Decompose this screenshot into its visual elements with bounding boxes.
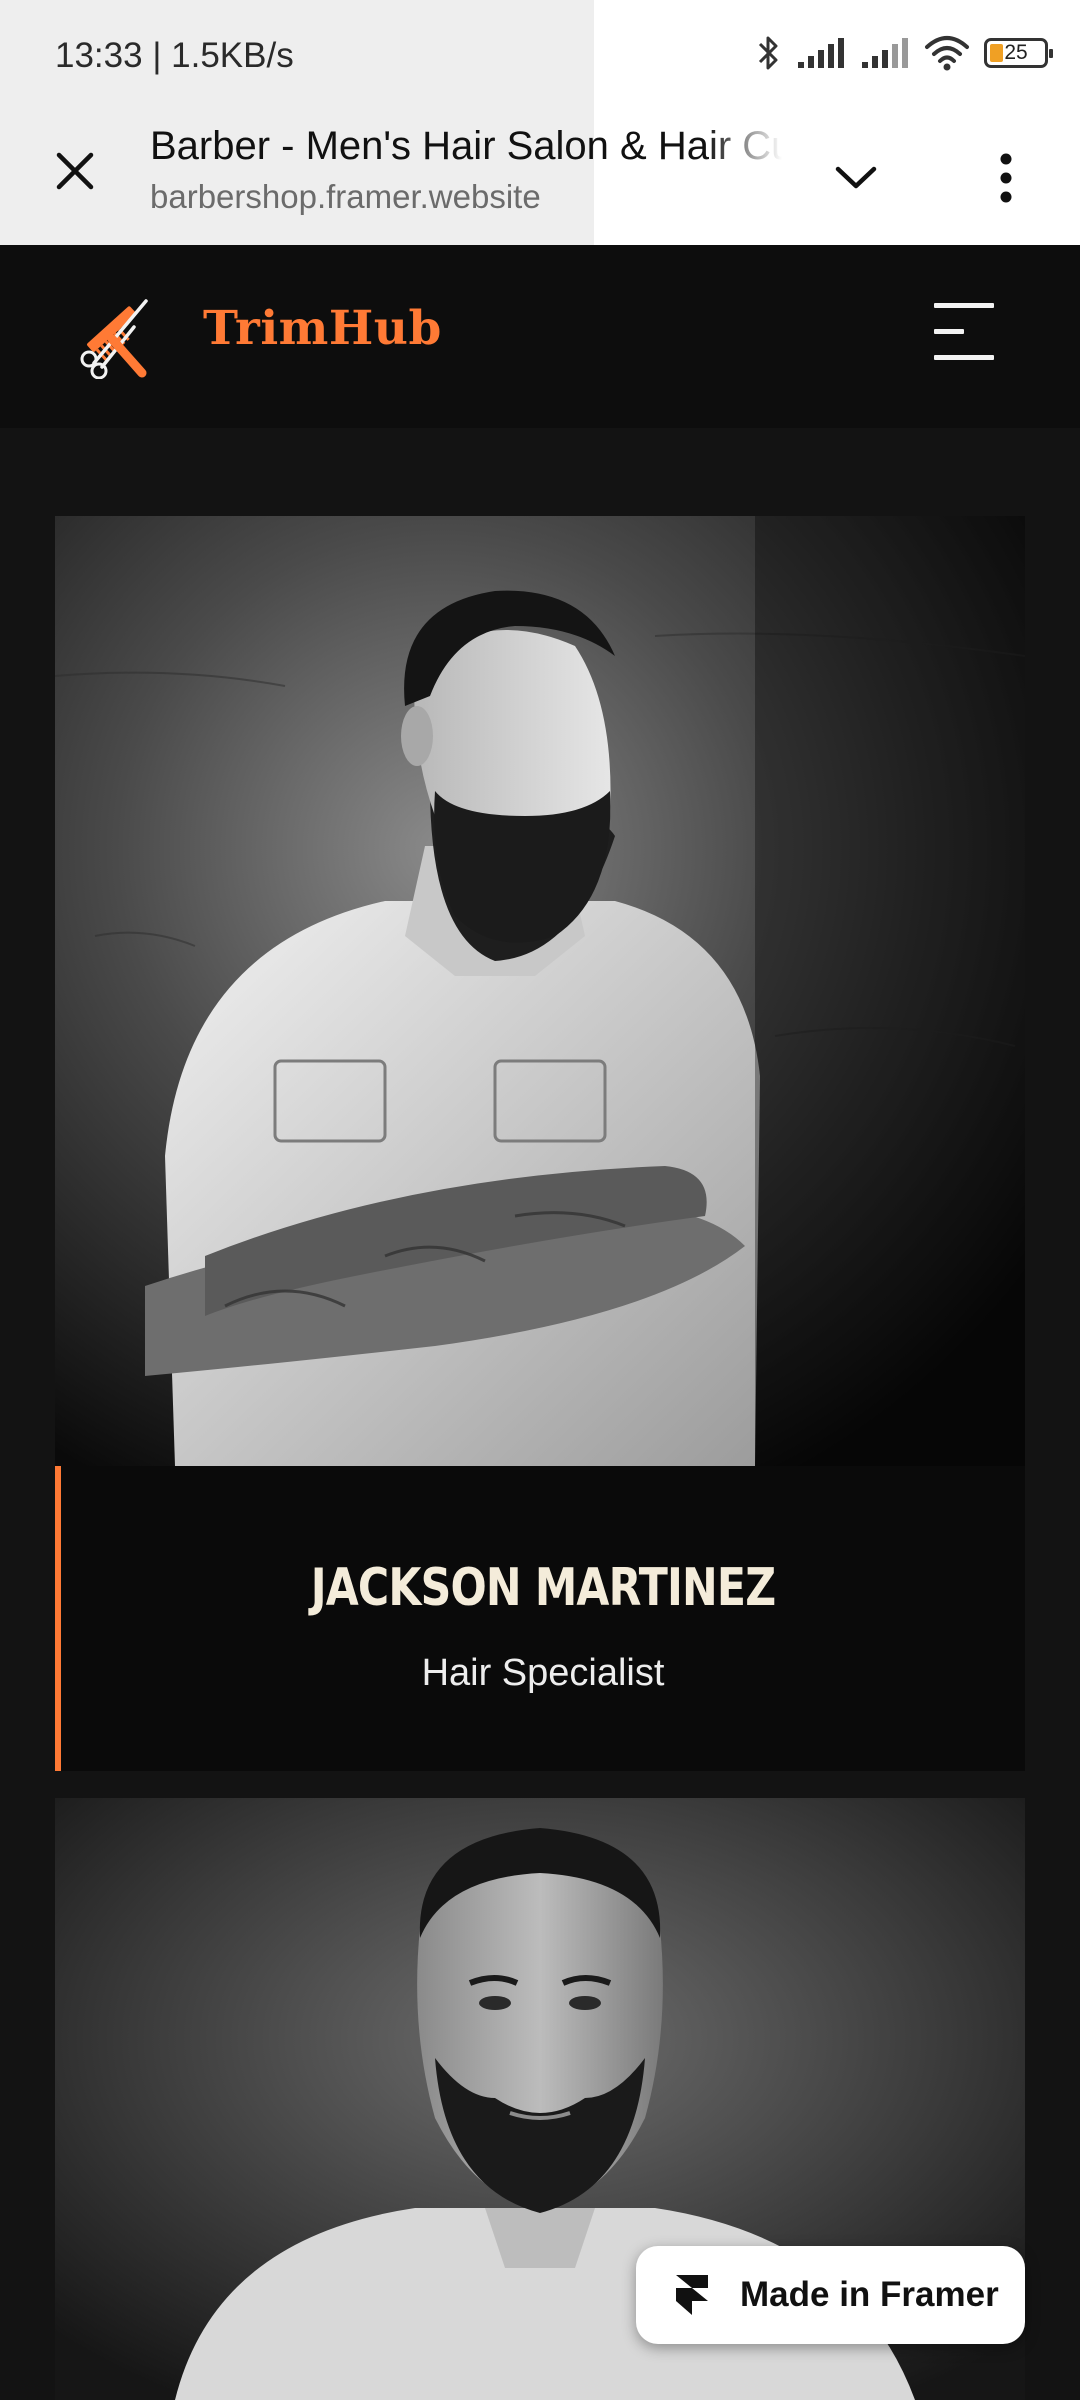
network-speed: 1.5KB/s — [171, 36, 294, 75]
page-url[interactable]: barbershop.framer.website — [150, 178, 541, 216]
status-separator: | — [152, 36, 172, 75]
page-title[interactable]: Barber - Men's Hair Salon & Hair Cut — [150, 124, 782, 169]
team-member-info: JACKSON MARTINEZ Hair Specialist — [55, 1466, 1025, 1771]
comb-scissors-icon[interactable] — [72, 293, 158, 379]
status-icons: 25 — [756, 34, 1053, 72]
browser-menu-button[interactable] — [970, 142, 1042, 214]
more-vertical-icon — [1000, 153, 1012, 203]
signal-icon — [862, 38, 908, 68]
site-header: TrimHub — [0, 245, 1080, 428]
battery-icon: 25 — [984, 38, 1053, 68]
signal-icon — [798, 38, 844, 68]
framer-logo-icon — [676, 2275, 708, 2315]
hamburger-line-bottom — [934, 355, 994, 360]
hamburger-line-middle — [934, 329, 964, 334]
team-member-role: Hair Specialist — [421, 1652, 665, 1694]
made-in-framer-label: Made in Framer — [740, 2275, 999, 2314]
chevron-down-icon — [835, 166, 877, 189]
team-member-name: JACKSON MARTINEZ — [310, 1558, 776, 1618]
brand-name[interactable]: TrimHub — [203, 301, 442, 356]
battery-level: 25 — [1004, 41, 1028, 64]
browser-toolbar: Barber - Men's Hair Salon & Hair Cut bar… — [0, 112, 1080, 245]
wifi-icon — [925, 36, 969, 71]
status-bar: 13:33 | 1.5KB/s 25 — [0, 0, 1080, 245]
bearded-man-photo — [55, 516, 1025, 1466]
team-section: JACKSON MARTINEZ Hair Specialist — [0, 428, 1080, 2400]
site-menu-button[interactable] — [928, 297, 1000, 375]
clock-time: 13:33 — [55, 36, 143, 75]
team-member-photo — [55, 516, 1025, 1466]
bluetooth-icon — [758, 36, 778, 70]
expand-toolbar-button[interactable] — [820, 142, 892, 214]
hamburger-line-top — [934, 303, 994, 308]
team-member-card[interactable]: JACKSON MARTINEZ Hair Specialist — [55, 516, 1025, 1771]
status-time: 13:33 | 1.5KB/s — [55, 36, 294, 76]
made-in-framer-badge[interactable]: Made in Framer — [636, 2246, 1025, 2344]
close-icon — [56, 152, 94, 190]
close-tab-button[interactable] — [40, 136, 110, 206]
